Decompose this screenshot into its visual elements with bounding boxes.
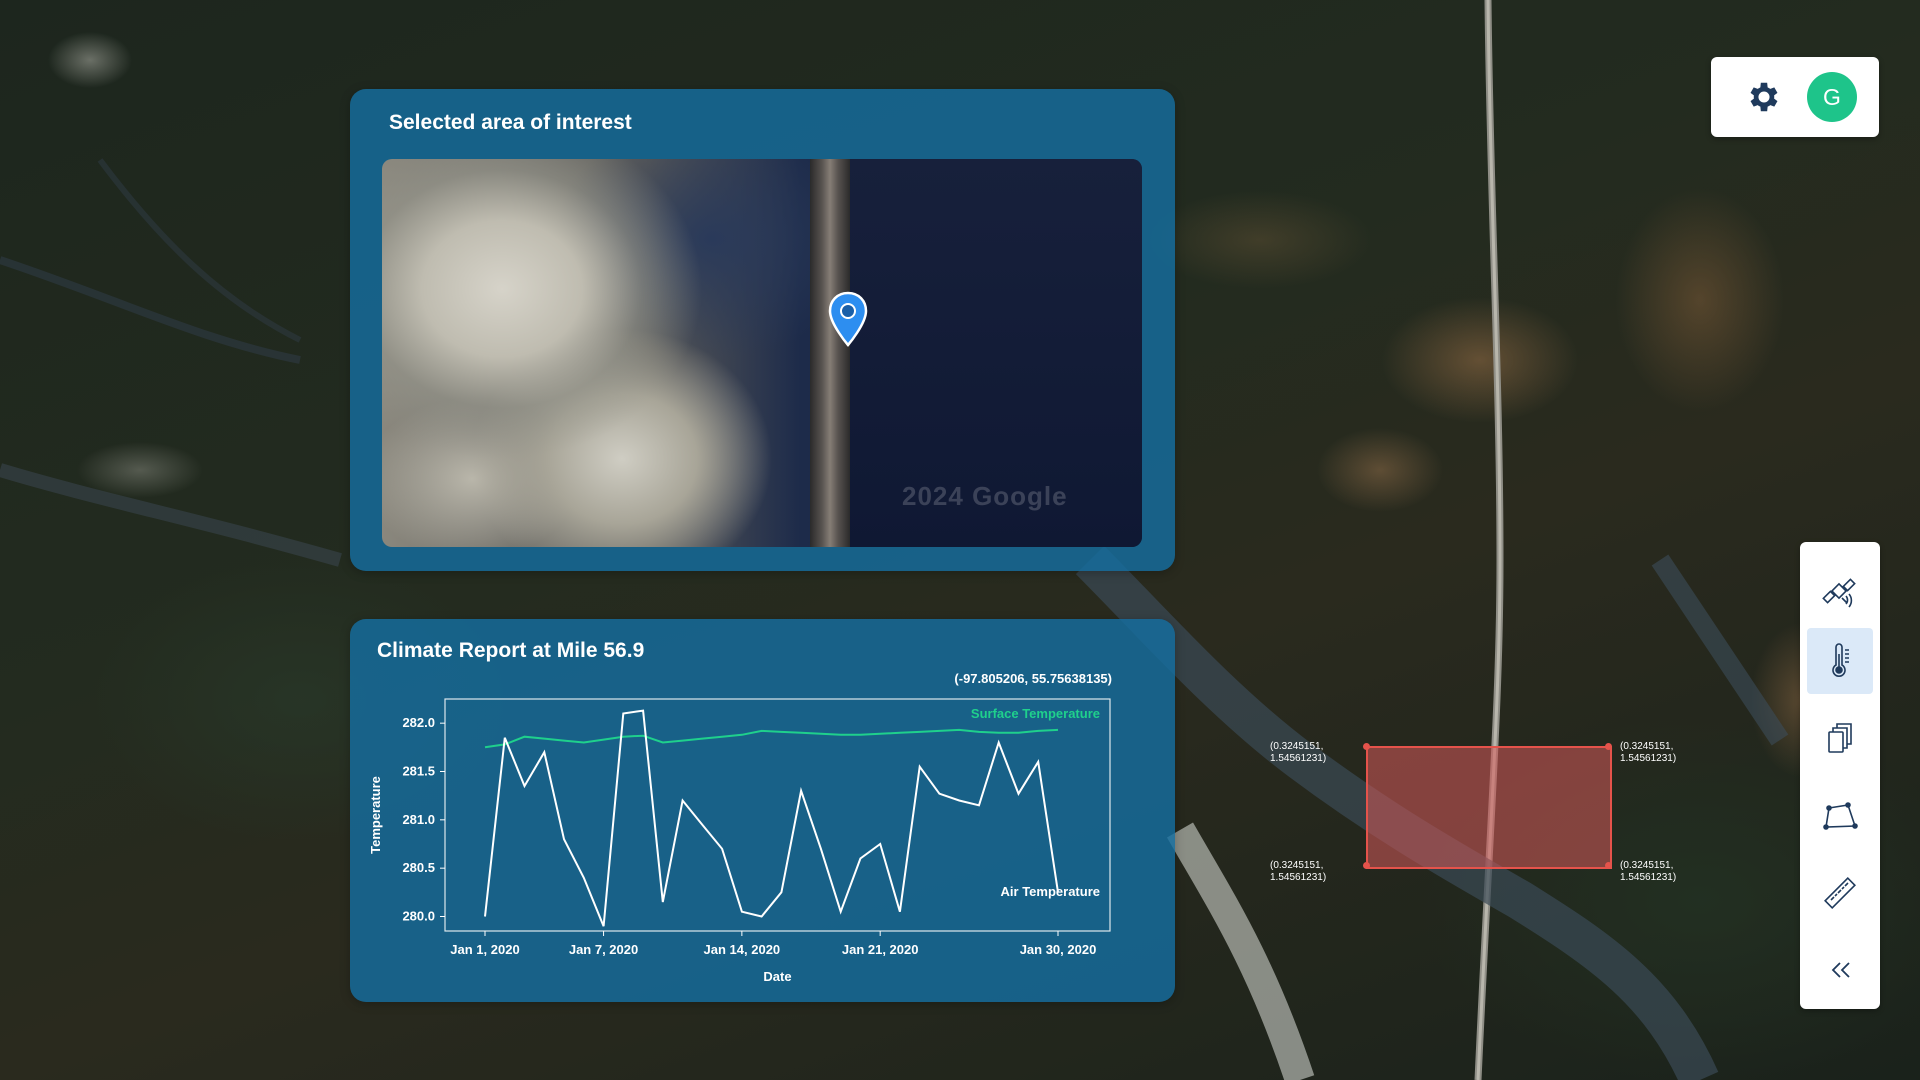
selection-handle-bottom-left[interactable] [1363,862,1370,869]
selection-handle-top-right[interactable] [1605,743,1612,750]
location-pin-icon[interactable] [828,291,868,347]
series-label-air-temperature: Air Temperature [1001,884,1100,899]
tool-layers[interactable] [1807,705,1873,771]
satellite-icon [1822,578,1856,608]
user-avatar[interactable]: G [1807,72,1857,122]
collapse-toolbar-button[interactable] [1807,937,1873,1003]
x-tick-label: Jan 30, 2020 [1020,942,1097,957]
series-label-surface-temperature: Surface Temperature [971,706,1100,721]
y-tick-label: 280.0 [402,909,435,924]
temperature-chart[interactable]: 280.0 280.5 281.0 281.5 282.0 Jan 1, 2020 Jan … [350,619,1175,1002]
series-line-air-temperature [484,709,1059,927]
x-tick-label: Jan 21, 2020 [842,942,919,957]
map-watermark: 2024 Google [902,481,1068,511]
gear-icon[interactable] [1745,78,1783,116]
x-axis-label: Date [763,969,791,984]
bridge [810,159,850,547]
y-tick-label: 280.5 [402,860,435,875]
tool-polygon[interactable] [1807,783,1873,849]
map-toolbar [1800,542,1880,1009]
y-tick-label: 281.5 [402,764,435,779]
aoi-title: Selected area of interest [389,111,632,134]
selected-region[interactable] [1366,746,1612,869]
x-tick-label: Jan 7, 2020 [569,942,638,957]
account-controls: G [1711,57,1879,137]
y-tick-label: 281.0 [402,812,435,827]
x-tick-label: Jan 14, 2020 [704,942,781,957]
y-tick-label: 282.0 [402,715,435,730]
area-of-interest-panel: Selected area of interest 2024 Google [350,89,1175,571]
x-tick-label: Jan 1, 2020 [450,942,519,957]
ruler-icon [1824,877,1856,909]
tool-satellite[interactable] [1807,559,1873,625]
coord-label-top-right: (0.3245151, 1.54561231) [1620,741,1677,764]
coord-label-bottom-right: (0.3245151, 1.54561231) [1620,860,1677,883]
y-axis-label: Temperature [368,776,383,854]
tool-measure[interactable] [1807,860,1873,926]
coord-label-bottom-left: (0.3245151, 1.54561231) [1270,860,1327,883]
aoi-satellite-image[interactable]: 2024 Google [382,159,1142,547]
double-chevron-left-icon [1831,962,1850,978]
coord-label-top-left: (0.3245151, 1.54561231) [1270,741,1327,764]
series-line-surface-temperature [484,728,1059,749]
polygon-icon [1823,802,1858,830]
copy-layers-icon [1828,723,1852,753]
selection-handle-bottom-right[interactable] [1605,862,1612,869]
climate-report-panel: Climate Report at Mile 56.9 (-97.805206,… [350,619,1175,1002]
tool-temperature[interactable] [1807,628,1873,694]
selection-handle-top-left[interactable] [1363,743,1370,750]
thermometer-icon [1832,643,1849,677]
